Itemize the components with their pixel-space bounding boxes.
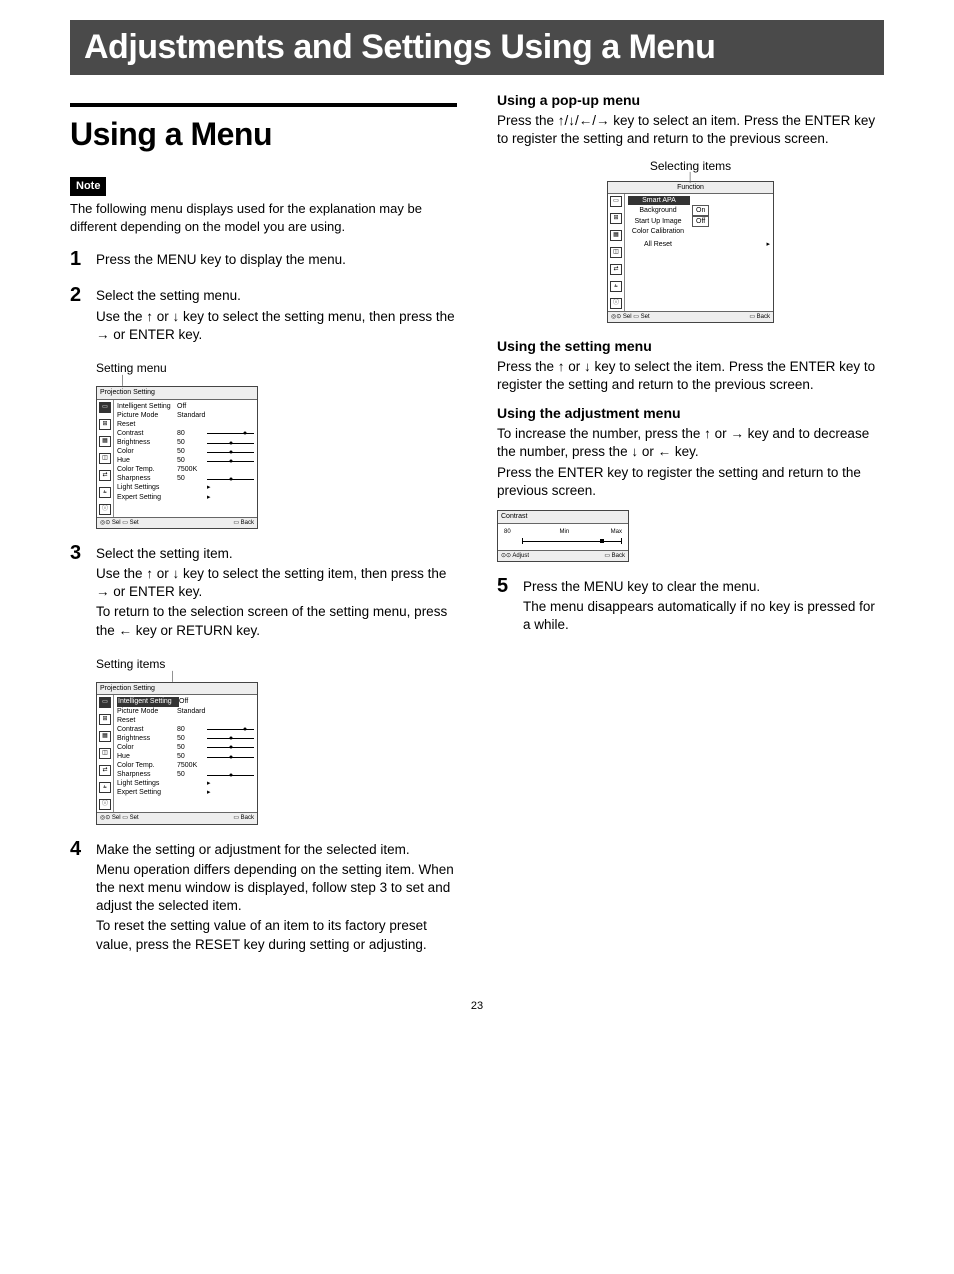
step-2-sub: Use the ↑ or ↓ key to select the setting… (96, 308, 457, 344)
adjust-min-label: Min (559, 528, 569, 536)
note-block: Note The following menu displays used fo… (70, 176, 457, 235)
adjust-title: Contrast (498, 511, 628, 523)
step-4-sub1: Menu operation differs depending on the … (96, 861, 457, 916)
setting-menu-text: Press the ↑ or ↓ key to select the item.… (497, 358, 884, 394)
section-rule (70, 103, 457, 107)
page-number: 23 (70, 1000, 884, 1012)
setting-items-diagram: Projection Setting ▭⊞▦◫⇄⫨ⓘ Intelligent S… (96, 682, 258, 825)
adjust-footer-left: ⊙⊙ Adjust (501, 552, 529, 560)
step-2-text: Select the setting menu. (96, 287, 457, 305)
step-1: 1 Press the MENU key to display the menu… (70, 249, 457, 271)
step-3-text: Select the setting item. (96, 545, 457, 563)
adjust-text-2: Press the ENTER key to register the sett… (497, 464, 884, 500)
adjust-max-label: Max (611, 528, 622, 536)
step-3-sub2: To return to the selection screen of the… (96, 603, 457, 639)
step-1-text: Press the MENU key to display the menu. (96, 251, 457, 269)
left-column: Using a Menu Note The following menu dis… (70, 85, 457, 970)
step-5-text: Press the MENU key to clear the menu. (523, 578, 884, 596)
step-4-number: 4 (70, 839, 96, 956)
setting-menu-diagram: Projection Setting ▭⊞▦◫⇄⫨ⓘ Intelligent S… (96, 386, 258, 529)
adjustment-diagram: Contrast 80 Min Max (497, 510, 629, 562)
step-3-sub1: Use the ↑ or ↓ key to select the setting… (96, 565, 457, 601)
step-2: 2 Select the setting menu. Use the ↑ or … (70, 285, 457, 346)
right-column: Using a pop-up menu Press the ↑/↓/←/→ ke… (497, 85, 884, 970)
step-1-number: 1 (70, 249, 96, 271)
step-3: 3 Select the setting item. Use the ↑ or … (70, 543, 457, 642)
step-5: 5 Press the MENU key to clear the menu. … (497, 576, 884, 637)
popup-text: Press the ↑/↓/←/→ key to select an item.… (497, 112, 884, 148)
step-3-number: 3 (70, 543, 96, 642)
adjust-text-1: To increase the number, press the ↑ or →… (497, 425, 884, 461)
setting-items-label: Setting items (96, 656, 457, 672)
page-banner: Adjustments and Settings Using a Menu (70, 20, 884, 75)
note-badge: Note (70, 177, 106, 196)
banner-title: Adjustments and Settings Using a Menu (84, 28, 715, 66)
step-4: 4 Make the setting or adjustment for the… (70, 839, 457, 956)
popup-menu-diagram: Function ▭⊞▦◫⇄⫨ⓘ Smart APABackgroundOnSt… (607, 181, 774, 324)
step-5-sub: The menu disappears automatically if no … (523, 598, 884, 634)
note-text: The following menu displays used for the… (70, 200, 457, 235)
setting-menu-label: Setting menu (96, 360, 457, 376)
step-5-number: 5 (497, 576, 523, 637)
setting-menu-heading: Using the setting menu (497, 337, 884, 356)
adjust-heading: Using the adjustment menu (497, 404, 884, 423)
adjust-value: 80 (504, 528, 518, 536)
step-2-number: 2 (70, 285, 96, 346)
step-4-sub2: To reset the setting value of an item to… (96, 917, 457, 953)
adjust-footer-right: ▭ Back (604, 552, 625, 560)
step-4-text: Make the setting or adjustment for the s… (96, 841, 457, 859)
popup-heading: Using a pop-up menu (497, 91, 884, 110)
section-title: Using a Menu (70, 113, 457, 156)
